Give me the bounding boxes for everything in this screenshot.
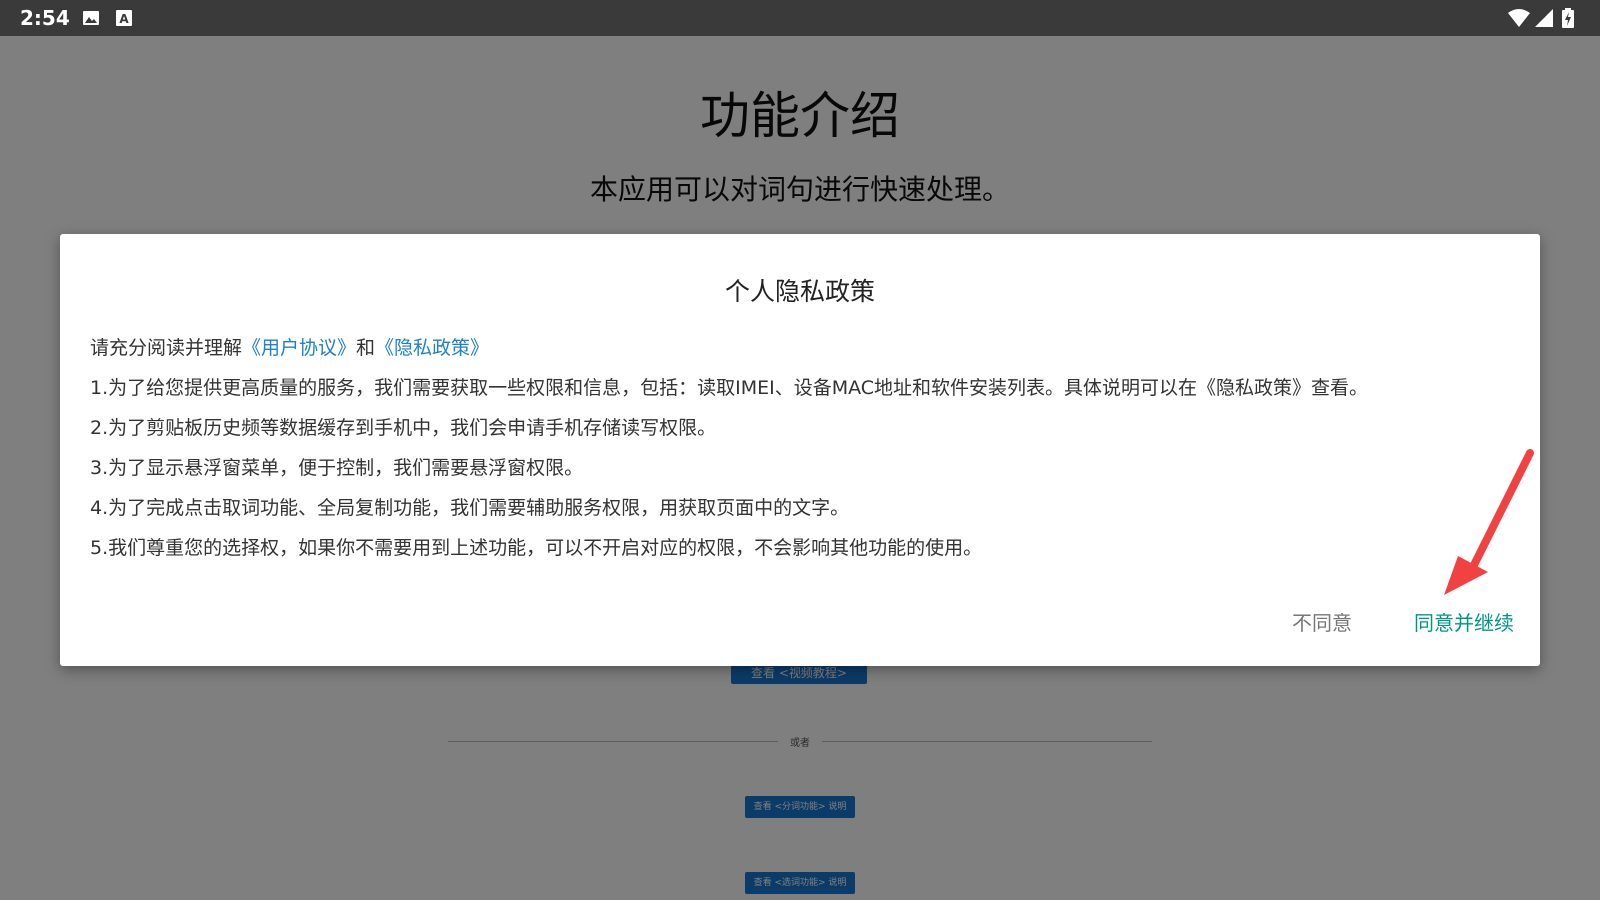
status-time: 2:54	[20, 6, 70, 30]
status-bar: 2:54 A	[0, 0, 1600, 36]
policy-item-4: 4.为了完成点击取词功能、全局复制功能，我们需要辅助服务权限，用获取页面中的文字…	[90, 497, 850, 519]
dialog-body: 请充分阅读并理解《用户协议》和《隐私政策》 1.为了给您提供更高质量的服务，我们…	[90, 328, 1520, 568]
policy-item-1: 1.为了给您提供更高质量的服务，我们需要获取一些权限和信息，包括：读取IMEI、…	[90, 377, 1369, 399]
image-icon	[82, 9, 100, 27]
privacy-policy-link[interactable]: 《隐私政策》	[375, 337, 489, 359]
dialog-actions: 不同意 同意并继续	[1292, 607, 1514, 636]
annotation-arrow-icon	[1440, 445, 1540, 605]
intro-prefix: 请充分阅读并理解	[90, 337, 243, 359]
screen: 2:54 A 个人隐私政策 请充分阅读并理解《用户协议》和《隐私政策》 1.为了…	[0, 0, 1600, 900]
agree-continue-button[interactable]: 同意并继续	[1414, 607, 1514, 636]
dialog-title: 个人隐私政策	[724, 277, 875, 306]
signal-icon	[1534, 8, 1554, 28]
battery-charging-icon	[1562, 8, 1574, 28]
intro-line: 请充分阅读并理解《用户协议》和《隐私政策》	[90, 328, 1520, 368]
privacy-policy-dialog: 个人隐私政策 请充分阅读并理解《用户协议》和《隐私政策》 1.为了给您提供更高质…	[60, 234, 1540, 666]
policy-item-3: 3.为了显示悬浮窗菜单，便于控制，我们需要悬浮窗权限。	[90, 457, 584, 479]
intro-and: 和	[356, 337, 376, 359]
user-agreement-link[interactable]: 《用户协议》	[242, 337, 356, 359]
font-icon: A	[115, 9, 133, 27]
disagree-button[interactable]: 不同意	[1292, 607, 1352, 636]
policy-item-2: 2.为了剪贴板历史频等数据缓存到手机中，我们会申请手机存储读写权限。	[90, 417, 717, 439]
svg-text:A: A	[119, 12, 129, 26]
wifi-icon	[1508, 8, 1530, 28]
policy-item-5: 5.我们尊重您的选择权，如果你不需要用到上述功能，可以不开启对应的权限，不会影响…	[90, 537, 983, 559]
